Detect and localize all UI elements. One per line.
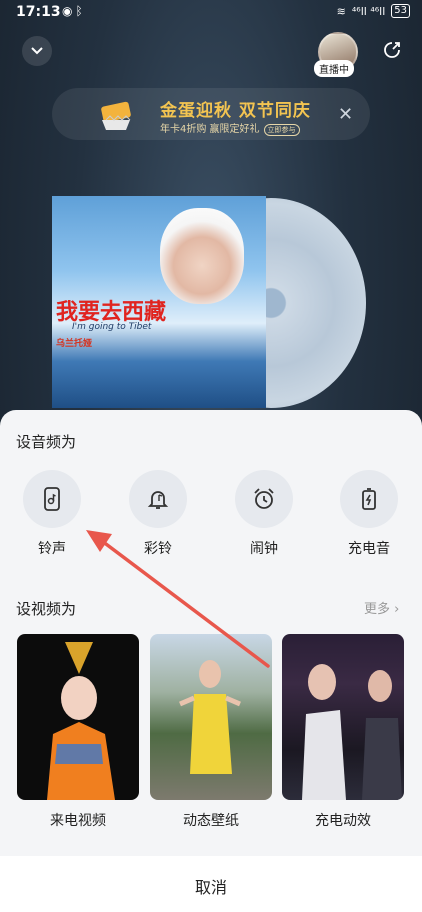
annotation-arrow — [86, 530, 270, 668]
